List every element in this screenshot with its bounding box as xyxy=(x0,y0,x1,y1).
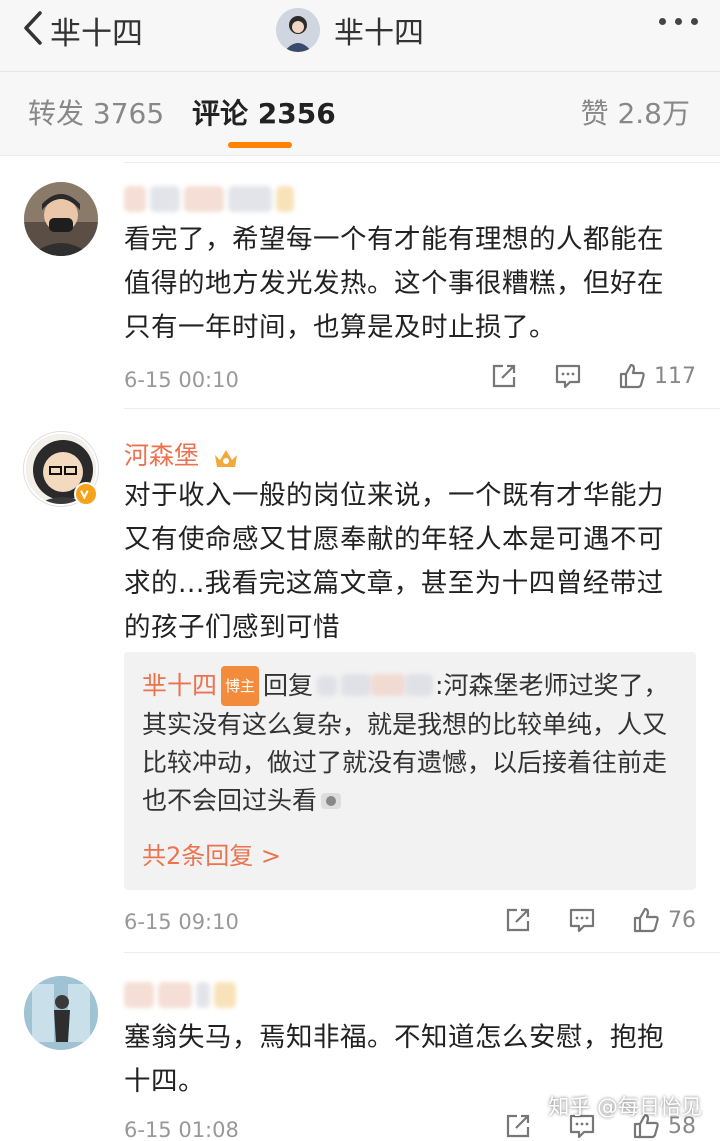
avatar xyxy=(276,8,320,52)
like-button[interactable]: 117 xyxy=(618,362,696,390)
tab-comment[interactable]: 评论 2356 xyxy=(192,92,336,132)
avatar[interactable] xyxy=(24,182,98,256)
thumbs-up-icon xyxy=(618,362,646,390)
tab-repost[interactable]: 转发 3765 xyxy=(28,92,164,132)
username[interactable]: 河森堡 xyxy=(124,436,239,472)
username-blurred[interactable] xyxy=(124,186,294,212)
avatar[interactable] xyxy=(24,976,98,1050)
tab-like[interactable]: 赞 2.8万 xyxy=(581,92,690,132)
more-icon[interactable] xyxy=(659,18,698,25)
verified-badge-icon xyxy=(74,482,98,506)
username-blurred[interactable] xyxy=(124,982,236,1008)
comment-actions: 76 xyxy=(468,906,696,934)
divider xyxy=(124,408,720,409)
comment-actions: 117 xyxy=(454,362,696,390)
comment-text: 看完了，希望每一个有才能有理想的人都能在值得的地方发光发热。这个事很糟糕，但好在… xyxy=(124,224,664,343)
top-bar: 芈十四 芈十四 xyxy=(0,0,720,72)
blurred-mention xyxy=(317,676,338,696)
watermark: 知乎 @每日怡见 xyxy=(548,1095,702,1119)
comment-item: 看完了，希望每一个有才能有理想的人都能在值得的地方发光发热。这个事很糟糕，但好在… xyxy=(0,160,720,410)
reply-prefix: 回复 xyxy=(263,671,314,700)
vip-crown-icon xyxy=(213,446,239,468)
comment-time: 6-15 00:10 xyxy=(124,368,239,392)
emoji-icon xyxy=(319,785,343,809)
comment-text: 对于收入一般的岗位来说，一个既有才华能力又有使命感又甘愿奉献的年轻人本是可遇不可… xyxy=(124,480,664,643)
tab-bar: 转发 3765 评论 2356 赞 2.8万 xyxy=(0,72,720,156)
host-badge: 博主 xyxy=(221,666,260,706)
active-tab-indicator xyxy=(228,142,292,148)
share-icon[interactable] xyxy=(504,1112,532,1140)
reply-box[interactable]: 芈十四 博主 回复:河森堡老师过奖了，其实没有这么复杂，就是我想的比较单纯，人又比较… xyxy=(124,652,696,890)
page-title-text: 芈十四 xyxy=(334,16,424,51)
page-title[interactable]: 芈十四 xyxy=(276,8,424,52)
thumbs-up-icon xyxy=(632,906,660,934)
username-text: 河森堡 xyxy=(124,441,200,470)
comment-icon[interactable] xyxy=(554,362,582,390)
reply-author[interactable]: 芈十四 xyxy=(142,671,217,700)
comment-icon[interactable] xyxy=(568,906,596,934)
view-replies-link[interactable]: 共2条回复 > xyxy=(142,836,281,871)
share-icon[interactable] xyxy=(504,906,532,934)
back-button[interactable]: 芈十四 xyxy=(20,10,143,52)
like-count: 117 xyxy=(654,363,696,389)
share-icon[interactable] xyxy=(490,362,518,390)
divider xyxy=(124,952,720,953)
comment-item: 河森堡 对于收入一般的岗位来说，一个既有才华能力又有使命感又甘愿奉献的年轻人本是… xyxy=(0,412,720,953)
back-label: 芈十四 xyxy=(50,15,143,52)
like-button[interactable]: 76 xyxy=(632,906,696,934)
divider xyxy=(124,162,720,163)
chevron-left-icon xyxy=(20,10,46,50)
comment-time: 6-15 01:08 xyxy=(124,1118,239,1141)
like-count: 76 xyxy=(668,907,696,933)
comment-time: 6-15 09:10 xyxy=(124,910,239,934)
reply-text: 芈十四 博主 回复:河森堡老师过奖了，其实没有这么复杂，就是我想的比较单纯，人又比较… xyxy=(142,666,682,820)
